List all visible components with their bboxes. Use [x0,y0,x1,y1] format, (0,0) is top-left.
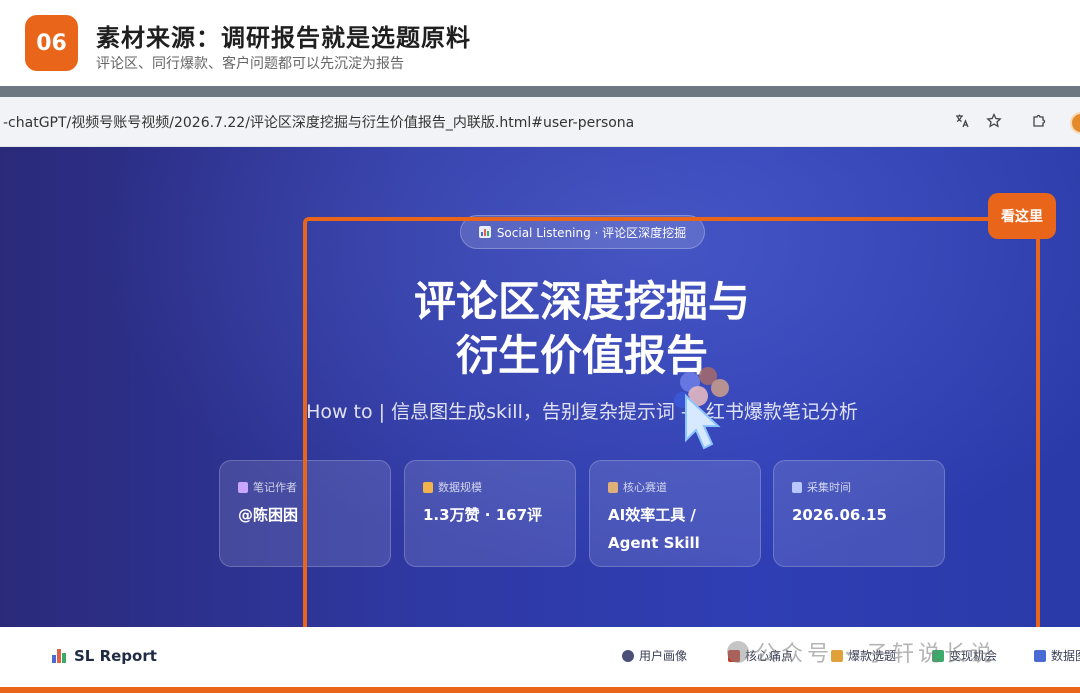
slide-number-badge: 06 [25,15,78,71]
highlight-frame [303,217,1040,647]
bar-chart-icon [52,649,68,663]
header-divider [0,86,1080,97]
address-bar-url[interactable]: -chatGPT/视频号账号视频/2026.7.22/评论区深度挖掘与衍生价值报… [3,112,634,132]
notebook-icon [238,481,248,493]
nav-item-data-chart[interactable]: 数据图 [1034,647,1080,664]
translate-icon[interactable] [951,110,973,132]
bottom-accent-strip [0,687,1080,693]
chart-icon [1034,649,1046,662]
wechat-icon [727,641,749,663]
users-icon [622,649,634,662]
nav-item-user-persona[interactable]: 用户画像 [622,647,687,664]
extensions-icon[interactable] [1028,110,1050,132]
slide-title: 素材来源：调研报告就是选题原料 [96,24,471,52]
look-here-badge: 看这里 [988,193,1056,239]
sl-report-logo[interactable]: SL Report [52,647,157,665]
wechat-watermark: 公众号 · 子轩说长说 [727,636,996,668]
slide-subtitle: 评论区、同行爆款、客户问题都可以先沉淀为报告 [96,56,404,72]
slide-header: 06 素材来源：调研报告就是选题原料 评论区、同行爆款、客户问题都可以先沉淀为报… [0,0,1080,86]
card-label: 笔记作者 [238,479,297,495]
bookmark-star-icon[interactable] [983,110,1005,132]
browser-toolbar: -chatGPT/视频号账号视频/2026.7.22/评论区深度挖掘与衍生价值报… [0,97,1080,147]
